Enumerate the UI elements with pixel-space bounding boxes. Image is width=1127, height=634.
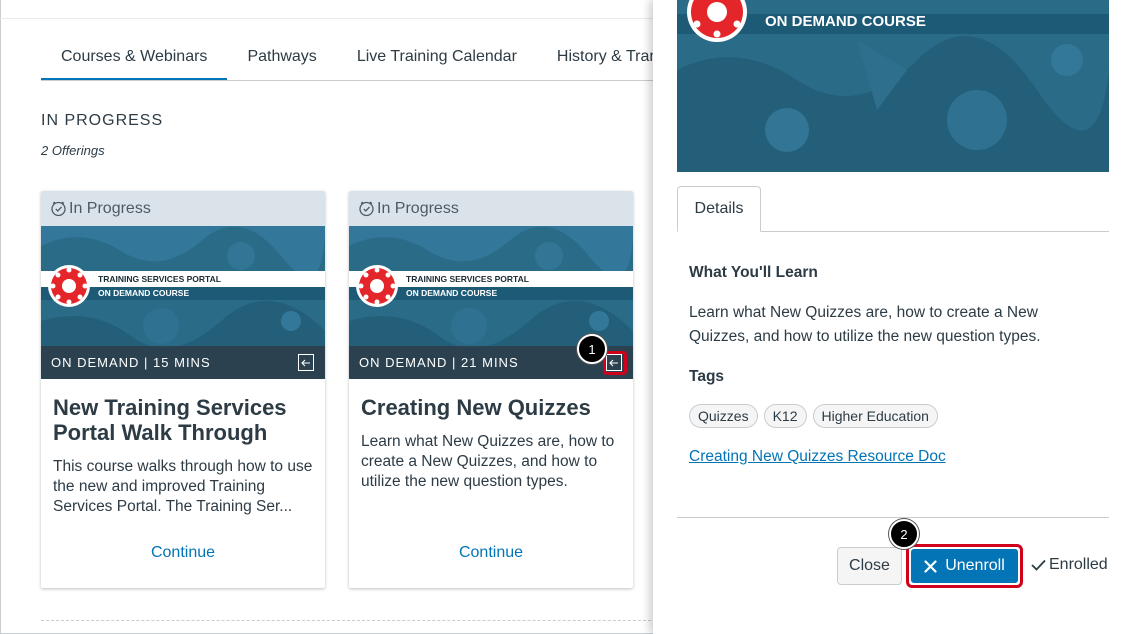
card-meta: ON DEMAND | 21 MINS	[359, 355, 519, 370]
callout-two: 2	[889, 519, 919, 549]
continue-link[interactable]: Continue	[349, 544, 633, 562]
banner-title: TRAINING SERVICES PORTAL	[406, 274, 529, 284]
tag-pill[interactable]: K12	[763, 404, 807, 428]
card-description: Learn what New Quizzes are, how to creat…	[361, 433, 615, 490]
arrow-left-icon	[609, 359, 618, 366]
enrolled-status: Enrolled	[1031, 556, 1108, 574]
unenroll-label: Unenroll	[945, 557, 1005, 574]
card-title[interactable]: New Training Services Portal Walk Throug…	[53, 395, 313, 445]
close-button[interactable]: Close	[837, 547, 902, 585]
offerings-count: 2 Offerings	[41, 143, 105, 158]
card-meta-bar: ON DEMAND | 15 MINS	[41, 346, 325, 379]
card-meta: ON DEMAND | 15 MINS	[51, 355, 211, 370]
canvas-logo-icon	[687, 0, 747, 42]
callout-one: 1	[577, 334, 607, 364]
in-progress-icon	[50, 200, 67, 217]
card-status: In Progress	[41, 191, 325, 226]
canvas-logo-icon	[356, 265, 398, 307]
open-details-button[interactable]	[298, 354, 314, 371]
card-status-label: In Progress	[377, 199, 459, 217]
unenroll-button[interactable]: Unenroll	[911, 549, 1018, 583]
tab-live-training-calendar[interactable]: Live Training Calendar	[337, 45, 537, 81]
course-card[interactable]: In Progress TRAINING SERVICES PORTAL ON …	[41, 191, 325, 588]
tags-heading: Tags	[689, 368, 725, 385]
tray-banner-subtitle: ON DEMAND COURSE	[765, 13, 926, 30]
card-status-label: In Progress	[69, 199, 151, 217]
card-status: In Progress	[349, 191, 633, 226]
course-card[interactable]: In Progress TRAINING SERVICES PORTAL ON …	[349, 191, 633, 588]
tab-details[interactable]: Details	[677, 186, 761, 232]
tray-footer-divider	[677, 517, 1109, 518]
canvas-logo-icon	[48, 265, 90, 307]
banner-subtitle: ON DEMAND COURSE	[406, 288, 498, 298]
arrow-left-icon	[301, 359, 310, 366]
tab-pathways[interactable]: Pathways	[227, 45, 336, 81]
tag-pill[interactable]: Quizzes	[689, 404, 758, 428]
tabs-divider	[41, 80, 661, 81]
card-title[interactable]: Creating New Quizzes	[361, 395, 621, 420]
close-x-icon	[924, 559, 937, 573]
tab-courses-webinars[interactable]: Courses & Webinars	[41, 45, 228, 81]
enrolled-label: Enrolled	[1049, 556, 1108, 573]
open-details-button[interactable]	[606, 354, 622, 371]
tag-pill[interactable]: Higher Education	[812, 404, 938, 428]
in-progress-icon	[358, 200, 375, 217]
highlight-box: Unenroll	[906, 544, 1023, 588]
continue-link[interactable]: Continue	[41, 544, 325, 562]
learn-description: Learn what New Quizzes are, how to creat…	[689, 304, 1041, 345]
tray-banner-image: ON DEMAND COURSE	[677, 0, 1109, 172]
resource-doc-link[interactable]: Creating New Quizzes Resource Doc	[689, 448, 946, 466]
section-title: IN PROGRESS	[41, 112, 164, 129]
bottom-divider	[41, 620, 661, 622]
course-details-tray: ON DEMAND COURSE Details What You'll Lea…	[653, 0, 1127, 634]
main-tabs: Courses & Webinars Pathways Live Trainin…	[41, 45, 686, 81]
course-banner-image: TRAINING SERVICES PORTAL ON DEMAND COURS…	[41, 226, 325, 379]
banner-title: TRAINING SERVICES PORTAL	[98, 274, 221, 284]
checkmark-icon	[1031, 559, 1046, 571]
tag-list: Quizzes K12 Higher Education	[689, 404, 938, 428]
learn-heading: What You'll Learn	[689, 264, 818, 281]
banner-subtitle: ON DEMAND COURSE	[98, 288, 190, 298]
card-description: This course walks through how to use the…	[53, 458, 313, 515]
